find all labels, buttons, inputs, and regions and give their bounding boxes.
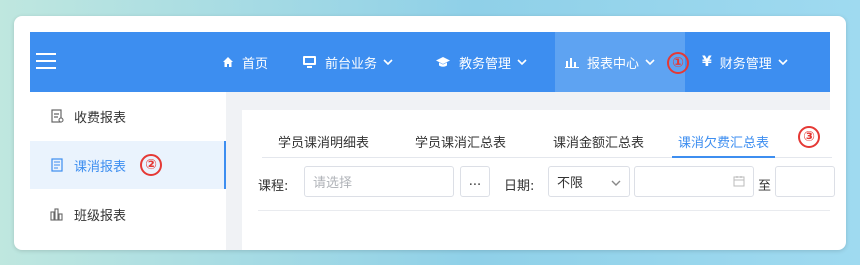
sidebar-item-label: 课消报表 <box>74 159 127 175</box>
menu-icon[interactable] <box>36 53 56 69</box>
report-tabs: 学员课消明细表 学员课消汇总表 课消金额汇总表 课消欠费汇总表 ③ <box>262 110 832 158</box>
sidebar-item-class-report[interactable]: 班级报表 <box>30 190 226 238</box>
date-label: 日期: <box>504 179 535 194</box>
sidebar-item-fee-report[interactable]: 收费报表 <box>30 92 226 140</box>
nav-item-label: 教务管理 <box>459 56 512 72</box>
date-range-select[interactable]: 不限 <box>548 166 630 197</box>
receipt-icon <box>50 109 64 123</box>
chevron-down-icon <box>778 58 788 66</box>
sidebar-item-consumption-report[interactable]: 课消报表 ② <box>30 141 226 189</box>
nav-item-label: 财务管理 <box>719 56 772 72</box>
nav-item-label: 前台业务 <box>325 56 378 72</box>
nav-item-front-desk[interactable]: 前台业务 <box>302 32 393 92</box>
filter-row: 课程: 请选择 ... 日期: 不限 至 <box>242 166 835 200</box>
tab-student-consumption-detail[interactable]: 学员课消明细表 <box>278 132 369 158</box>
top-nav-bar: 首页 前台业务 教务管理 报表中心 ① ¥ 财务管理 <box>30 32 830 92</box>
annotation-marker-3: ③ <box>798 126 820 148</box>
monitor-icon <box>302 55 317 69</box>
course-select[interactable]: 请选择 <box>304 166 454 197</box>
calendar-icon <box>733 175 745 191</box>
app-window: 首页 前台业务 教务管理 报表中心 ① ¥ 财务管理 收费报表 课消报表 ② 班… <box>14 16 846 250</box>
sidebar-item-label: 班级报表 <box>74 208 127 224</box>
yen-icon: ¥ <box>702 54 712 70</box>
graduation-cap-icon <box>435 56 451 68</box>
chart-bars-icon <box>50 207 64 221</box>
course-placeholder: 请选择 <box>313 176 353 191</box>
chevron-down-icon <box>645 58 655 66</box>
bar-chart-icon <box>565 56 579 68</box>
to-label: 至 <box>758 179 772 194</box>
nav-item-home[interactable]: 首页 <box>222 32 268 92</box>
annotation-marker-2: ② <box>140 154 163 176</box>
content-area: 学员课消明细表 学员课消汇总表 课消金额汇总表 课消欠费汇总表 ③ 课程: 请选… <box>226 92 835 250</box>
end-date-input[interactable] <box>775 166 835 197</box>
date-range-value: 不限 <box>557 176 584 191</box>
divider <box>258 210 830 211</box>
chevron-down-icon <box>611 176 621 191</box>
sidebar-item-label: 收费报表 <box>74 110 127 126</box>
start-date-input[interactable] <box>634 166 754 197</box>
tab-student-consumption-summary[interactable]: 学员课消汇总表 <box>415 132 506 158</box>
nav-item-finance[interactable]: ¥ 财务管理 <box>702 32 788 92</box>
chevron-down-icon <box>517 58 527 66</box>
course-picker-button[interactable]: ... <box>460 166 490 197</box>
annotation-marker-1: ① <box>667 52 689 74</box>
sidebar: 收费报表 课消报表 ② 班级报表 <box>30 92 226 250</box>
report-panel: 学员课消明细表 学员课消汇总表 课消金额汇总表 课消欠费汇总表 ③ 课程: 请选… <box>242 110 835 250</box>
ellipsis-label: ... <box>468 174 482 189</box>
nav-item-reports[interactable]: 报表中心 <box>555 32 685 92</box>
tab-consumption-amount-summary[interactable]: 课消金额汇总表 <box>553 132 644 158</box>
document-icon <box>50 158 64 172</box>
tab-consumption-arrears-summary[interactable]: 课消欠费汇总表 <box>672 132 776 158</box>
nav-item-label: 首页 <box>242 56 269 72</box>
nav-item-label: 报表中心 <box>587 56 640 72</box>
course-label: 课程: <box>258 179 289 194</box>
chevron-down-icon <box>383 58 393 66</box>
home-icon <box>222 56 234 68</box>
nav-item-academic[interactable]: 教务管理 <box>435 32 527 92</box>
